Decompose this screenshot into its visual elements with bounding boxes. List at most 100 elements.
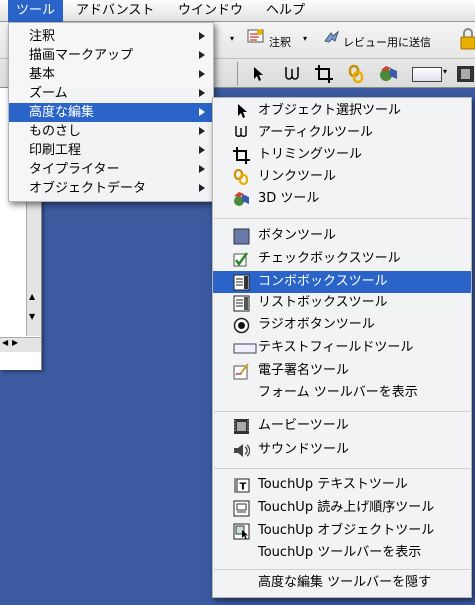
article-icon	[235, 126, 247, 137]
lock-icon[interactable]	[458, 28, 475, 50]
menu-item-sound-tool[interactable]: サウンドツール	[213, 439, 471, 461]
film-icon	[234, 419, 249, 434]
menu-item-checkbox-tool[interactable]: チェックボックスツール	[213, 248, 471, 270]
scroll-right-icon[interactable]: ▶	[12, 338, 18, 347]
menu-item-touchup-text-tool[interactable]: T TouchUp テキストツール	[213, 474, 471, 496]
menu-item-crop-tool[interactable]: トリミングツール	[213, 144, 471, 166]
menu-item-drawing-markup[interactable]: 描画マークアップ	[9, 46, 213, 65]
radio-button-icon	[233, 317, 250, 334]
menu-item-label: TouchUp オブジェクトツール	[258, 523, 435, 538]
menu-item-touchup-object-tool[interactable]: TouchUp オブジェクトツール	[213, 520, 471, 542]
submenu-arrow-icon	[199, 89, 205, 97]
menu-item-label: 基本	[29, 67, 56, 82]
menu-separator	[214, 569, 470, 570]
menu-item-label: トリミングツール	[258, 147, 363, 162]
horizontal-scrollbar[interactable]: ◀ ▶	[0, 337, 41, 352]
3d-icon[interactable]	[378, 64, 400, 84]
menu-item-label: オブジェクトデータ	[29, 181, 147, 196]
menu-item-zoom[interactable]: ズーム	[9, 84, 213, 103]
article-icon[interactable]	[283, 65, 301, 83]
menu-item-button-tool[interactable]: ボタンツール	[213, 225, 471, 247]
film-icon[interactable]	[456, 64, 475, 84]
send-for-review-label: レビュー用に送信	[343, 36, 431, 49]
menu-item-annotate[interactable]: 注釈	[9, 27, 213, 46]
menu-item-label: 高度な編集	[29, 105, 95, 120]
menu-item-typewriter[interactable]: タイプライター	[9, 160, 213, 179]
submenu-arrow-icon	[199, 165, 205, 173]
menu-item-label: 3D ツール	[258, 191, 320, 206]
text-field-button[interactable]	[412, 67, 442, 82]
submenu-arrow-icon	[199, 146, 205, 154]
annotate-button[interactable]: 注釈 ▾	[247, 26, 317, 52]
reading-order-icon	[233, 500, 250, 517]
menu-item-label: TouchUp ツールバーを表示	[258, 545, 422, 560]
touchup-object-icon	[233, 523, 250, 540]
menu-item-label: オブジェクト選択ツール	[258, 103, 402, 118]
menu-item-label: サウンドツール	[258, 442, 350, 457]
menu-item-signature-tool[interactable]: 電子署名ツール	[213, 360, 471, 382]
annotate-label: 注釈	[269, 36, 291, 49]
menu-item-combobox-tool[interactable]: コンボボックスツール	[213, 271, 471, 293]
menu-item-advanced-editing[interactable]: 高度な編集	[9, 103, 213, 122]
menu-item-hide-advanced-editing-toolbar[interactable]: 高度な編集 ツールバーを隠す	[213, 572, 471, 594]
send-for-review-button[interactable]: レビュー用に送信	[323, 26, 455, 52]
svg-text:T: T	[240, 482, 247, 493]
menu-item-movie-tool[interactable]: ムービーツール	[213, 415, 471, 437]
scroll-left-icon[interactable]: ◀	[2, 338, 8, 347]
menu-separator	[214, 468, 470, 469]
crop-icon	[233, 147, 250, 164]
menu-item-label: ものさし	[29, 124, 82, 139]
menu-item-label: リストボックスツール	[258, 295, 388, 310]
menu-item-label: チェックボックスツール	[258, 251, 401, 266]
submenu-arrow-icon	[199, 70, 205, 78]
menubar-advanced[interactable]: アドバンスト	[68, 0, 162, 22]
menu-item-label: TouchUp 読み上げ順序ツール	[258, 500, 435, 515]
menu-item-label: TouchUp テキストツール	[258, 477, 408, 492]
scroll-down-icon[interactable]: ▼	[29, 312, 35, 321]
toolbar-dropdown[interactable]: ▾	[212, 28, 242, 50]
crop-icon[interactable]	[314, 64, 334, 84]
listbox-icon	[233, 295, 250, 312]
link-icon[interactable]	[347, 64, 365, 84]
checkbox-icon	[233, 252, 249, 267]
menu-item-basic[interactable]: 基本	[9, 65, 213, 84]
menu-item-text-field-tool[interactable]: テキストフィールドツール	[213, 337, 471, 359]
select-object-icon[interactable]	[251, 65, 265, 83]
menu-item-label: フォーム ツールバーを表示	[258, 385, 418, 400]
menu-item-label: ムービーツール	[258, 418, 349, 433]
menu-item-3d-tool[interactable]: 3D ツール	[213, 188, 471, 210]
submenu-arrow-icon	[199, 32, 205, 40]
menu-item-link-tool[interactable]: リンクツール	[213, 166, 471, 188]
menu-item-radio-button-tool[interactable]: ラジオボタンツール	[213, 314, 471, 336]
tools-menu: 注釈 描画マークアップ 基本 ズーム 高度な編集 ものさし 印刷工程 タイプライ…	[8, 22, 214, 202]
menu-separator	[214, 218, 470, 219]
menu-item-print-production[interactable]: 印刷工程	[9, 141, 213, 160]
menu-item-label: ズーム	[29, 86, 68, 101]
menubar-help[interactable]: ヘルプ	[258, 0, 313, 22]
menu-item-label: ボタンツール	[258, 228, 337, 243]
menubar-window[interactable]: ウインドウ	[170, 0, 251, 22]
scroll-up-icon[interactable]: ▲	[29, 292, 35, 301]
menu-item-label: コンボボックスツール	[258, 274, 388, 289]
text-field-icon	[233, 343, 257, 354]
submenu-arrow-icon	[199, 184, 205, 192]
menu-item-label: タイプライター	[29, 162, 120, 177]
menu-item-label: 描画マークアップ	[29, 48, 134, 63]
menu-item-label: 印刷工程	[29, 143, 82, 158]
menu-item-touchup-reading-order-tool[interactable]: TouchUp 読み上げ順序ツール	[213, 497, 471, 519]
menubar-tools[interactable]: ツール	[8, 0, 64, 22]
menu-item-object-data[interactable]: オブジェクトデータ	[9, 179, 213, 198]
submenu-arrow-icon	[199, 127, 205, 135]
menu-item-label: 注釈	[29, 29, 56, 44]
advanced-editing-submenu: オブジェクト選択ツール アーティクルツール トリミングツール リンクツール 3D…	[212, 97, 472, 598]
menu-item-listbox-tool[interactable]: リストボックスツール	[213, 292, 471, 314]
menu-item-show-forms-toolbar[interactable]: フォーム ツールバーを表示	[213, 382, 471, 404]
menu-item-label: アーティクルツール	[258, 125, 374, 140]
menu-item-article-tool[interactable]: アーティクルツール	[213, 122, 471, 144]
menu-item-measuring[interactable]: ものさし	[9, 122, 213, 141]
submenu-arrow-icon	[199, 108, 205, 116]
arrow-cursor-icon	[238, 104, 247, 118]
menu-item-object-select-tool[interactable]: オブジェクト選択ツール	[213, 100, 471, 122]
menu-item-show-touchup-toolbar[interactable]: TouchUp ツールバーを表示	[213, 542, 471, 564]
signature-icon	[233, 363, 249, 380]
